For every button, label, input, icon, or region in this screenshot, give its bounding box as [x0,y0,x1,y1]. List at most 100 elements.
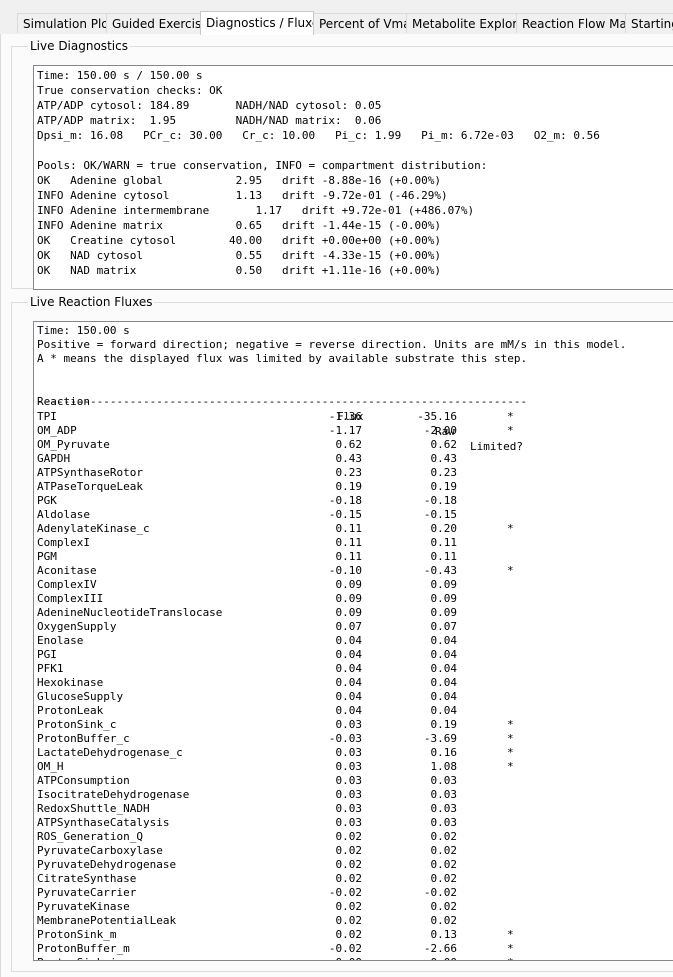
flux-value: 0.07 [335,620,363,633]
limited-flag: * [507,732,514,745]
flux-header-line [37,365,626,379]
table-row: PyruvateKinase 0.02 0.02 [37,899,626,913]
reaction-name: RedoxShuttle_NADH [37,802,150,815]
table-row: PGM 0.11 0.11 [37,549,626,563]
raw-value: 0.02 [430,914,458,927]
reaction-name: ATPSynthaseCatalysis [37,816,170,829]
raw-value: 0.11 [430,550,458,563]
col-reaction: Reaction [37,395,90,408]
flux-header-line: Time: 150.00 s [37,324,130,337]
reaction-name: Enolase [37,634,84,647]
table-row: IsocitrateDehydrogenase 0.03 0.03 [37,787,626,801]
flux-value: 0.04 [335,704,363,717]
table-row: OM_Pyruvate 0.62 0.62 [37,437,626,451]
raw-value: 0.02 [430,858,458,871]
reaction-name: AdenineNucleotideTranslocase [37,606,223,619]
flux-value: -0.10 [328,564,362,577]
tab-reaction-flow-map[interactable]: Reaction Flow Map [516,13,626,33]
flux-separator: ----------------------------------------… [37,395,528,408]
table-row: RedoxShuttle_NADH 0.03 0.03 [37,801,626,815]
tab-percent-of-vmax[interactable]: Percent of Vmax [313,13,407,33]
tab-guided-exercises[interactable]: Guided Exercises [106,13,201,33]
fluxes-textbox[interactable]: Time: 150.00 s Positive = forward directi… [33,321,673,961]
raw-value: 0.02 [430,900,458,913]
table-row: AdenineNucleotideTranslocase 0.09 0.09 [37,605,626,619]
flux-column-header: Reaction Flux Raw Limited? [37,379,626,453]
flux-value: -0.02 [328,886,362,899]
flux-value: -1.36 [328,410,362,423]
flux-value: 0.04 [335,676,363,689]
tab-diagnostics-fluxes[interactable]: Diagnostics / Fluxes [200,11,314,35]
raw-value: 0.02 [430,844,458,857]
tab-simulation-plot[interactable]: Simulation Plot [17,13,107,33]
diagnostics-line: INFO Adenine cytosol 1.13 drift -9.72e-0… [37,189,448,202]
raw-value: -3.69 [423,732,457,745]
flux-value: 0.43 [335,452,363,465]
diagnostics-textbox[interactable]: Time: 150.00 s / 150.00 s True conservati… [33,65,673,290]
diagnostics-line: ATP/ADP cytosol: 184.89 NADH/NAD cytosol… [37,99,382,112]
table-row: OM_ADP -1.17 -2.00 * [37,423,626,437]
table-row: LactateDehydrogenase_c 0.03 0.16 * [37,745,626,759]
raw-value: 0.00 [397,955,458,960]
raw-value: -0.02 [423,886,457,899]
reaction-name: MembranePotentialLeak [37,914,177,927]
raw-value: 0.09 [430,578,458,591]
reaction-name: PGK [37,494,57,507]
flux-value: 0.11 [335,522,363,535]
reaction-name: AdenylateKinase_c [37,522,150,535]
reaction-name: ProtonBuffer_c [37,732,130,745]
table-row: ComplexIII 0.09 0.09 [37,591,626,605]
raw-value: 0.02 [430,872,458,885]
table-row: Enolase 0.04 0.04 [37,633,626,647]
raw-value: 0.03 [430,788,458,801]
raw-value: 0.16 [430,746,458,759]
reaction-name: ComplexIV [37,578,97,591]
flux-value: 0.04 [335,634,363,647]
raw-value: 0.04 [430,676,458,689]
raw-value: 0.13 [430,928,458,941]
tab-starting[interactable]: Starting [625,13,673,33]
limited-flag: * [507,928,514,941]
flux-value: 0.02 [335,844,363,857]
reaction-name: Aconitase [37,564,97,577]
flux-value: 0.09 [335,606,363,619]
reaction-name: PFK1 [37,662,64,675]
reaction-name: ATPaseTorqueLeak [37,480,143,493]
limited-flag: * [507,955,527,960]
limited-flag: * [507,942,514,955]
flux-value: 0.00 [297,955,363,960]
table-row: ATPConsumption 0.03 0.03 [37,773,626,787]
flux-value: 0.03 [335,816,363,829]
reaction-name: ProtonBuffer_m [37,942,130,955]
raw-value: 1.08 [430,760,458,773]
flux-value: 0.23 [335,466,363,479]
table-row: PFK1 0.04 0.04 [37,661,626,675]
reaction-name: ComplexI [37,536,90,549]
flux-value: -0.03 [328,732,362,745]
live-fluxes-group: Live Reaction Fluxes Time: 150.00 s Posit… [11,295,673,972]
raw-value: -0.15 [423,508,457,521]
table-row: ATPaseTorqueLeak 0.19 0.19 [37,479,626,493]
flux-value: 0.03 [335,718,363,731]
table-row: PyruvateDehydrogenase 0.02 0.02 [37,857,626,871]
flux-value: 0.03 [335,774,363,787]
raw-value: 0.19 [430,718,458,731]
diagnostics-line [37,143,600,158]
diagnostics-line: OK Adenine global 2.95 drift -8.88e-16 (… [37,174,441,187]
raw-value: 0.04 [430,704,458,717]
flux-value: 0.11 [335,536,363,549]
tab-bar: Simulation Plot Guided Exercises Diagnos… [0,11,673,35]
table-row: Aconitase -0.10 -0.43 * [37,563,626,577]
flux-header-line: A * means the displayed flux was limited… [37,352,528,365]
flux-value: 0.02 [335,914,363,927]
raw-value: 0.07 [430,620,458,633]
table-row: ProtonLeak 0.04 0.04 [37,703,626,717]
raw-value: 0.09 [430,606,458,619]
table-row: Hexokinase 0.04 0.04 [37,675,626,689]
flux-value: 0.09 [335,592,363,605]
raw-value: 0.02 [430,830,458,843]
tab-metabolite-explorer[interactable]: Metabolite Explorer [406,13,517,33]
flux-table: TPI -1.36 -35.16 * OM_ADP -1.17 -2.00 * OM_Pyruv… [37,409,626,960]
table-row: ComplexIV 0.09 0.09 [37,577,626,591]
table-row: ProtonBuffer_m -0.02 -2.66 * [37,941,626,955]
